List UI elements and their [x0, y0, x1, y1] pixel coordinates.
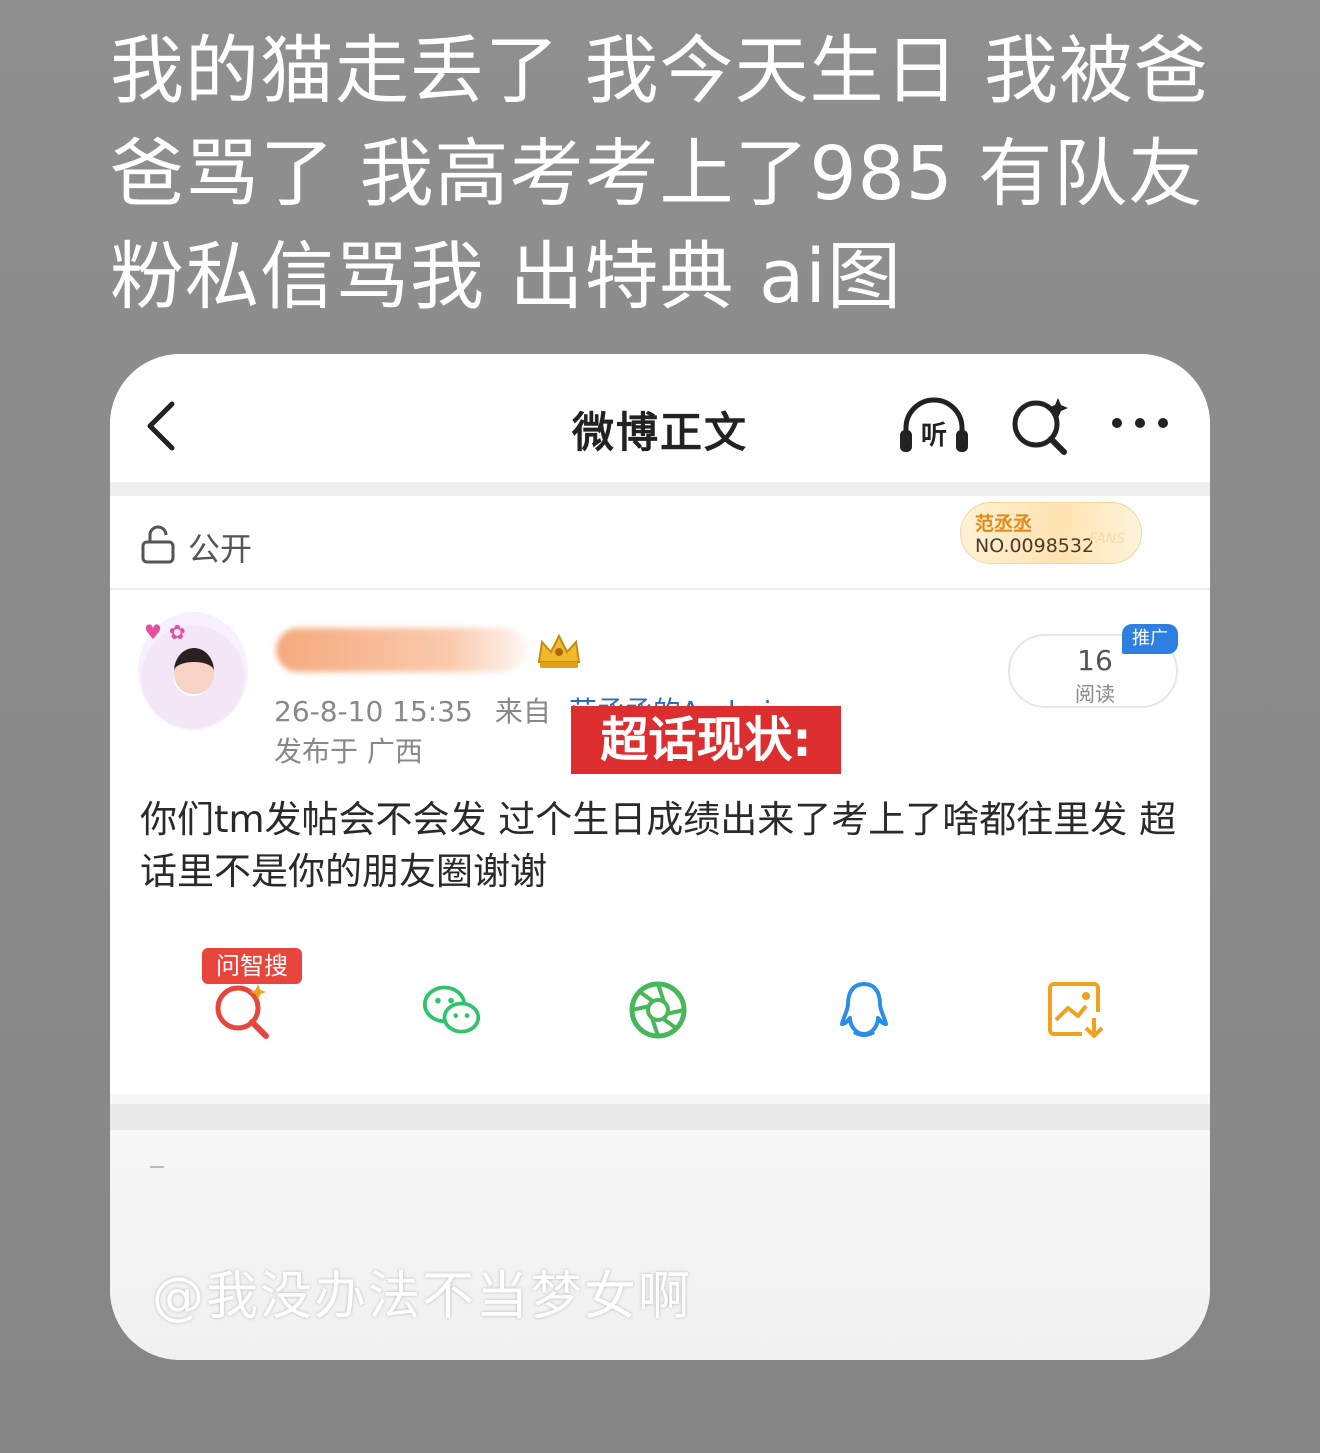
- fan-badge-name: 范丞丞: [975, 513, 1033, 535]
- caption-line-2: 爸骂了 我高考考上了985 有队友: [110, 131, 1204, 217]
- caption-line-3: 粉私信骂我 出特典 ai图: [110, 234, 902, 320]
- fan-badge-tag: FANS: [1089, 531, 1126, 547]
- post-timestamp: 26-8-10 15:35: [274, 695, 473, 728]
- lower-dash-mark: [150, 1166, 164, 1168]
- avatar-sticker-decoration: ♥ ✿: [144, 620, 186, 644]
- visibility-label: 公开: [188, 530, 253, 568]
- qq-icon[interactable]: [834, 980, 894, 1040]
- zhisou-search-icon[interactable]: [212, 980, 272, 1040]
- avatar[interactable]: ♥ ✿: [138, 612, 248, 730]
- post-from-label: 来自: [494, 695, 551, 728]
- lower-divider: [110, 1104, 1210, 1130]
- ai-search-icon[interactable]: [1008, 394, 1072, 458]
- weibo-screenshot-card: 微博正文 听 公开 范丞丞 NO.0098532 FANS ♥ ✿ 26-8-1…: [110, 354, 1210, 1360]
- read-label: 阅读: [1075, 682, 1115, 706]
- more-options-icon[interactable]: [1110, 416, 1170, 430]
- post-body-text: 你们tm发帖会不会发 过个生日成绩出来了考上了啥都往里发 超话里不是你的朋友圈谢…: [140, 798, 1177, 893]
- wechat-icon[interactable]: [422, 980, 482, 1040]
- visibility-row: 公开 范丞丞 NO.0098532 FANS: [110, 496, 1210, 590]
- fan-badge-number: NO.0098532: [975, 535, 1095, 557]
- watermark-text: @我没办法不当梦女啊: [152, 1267, 693, 1327]
- fan-badge[interactable]: 范丞丞 NO.0098532 FANS: [960, 502, 1142, 564]
- unlock-icon: [141, 525, 175, 564]
- share-row: [110, 944, 1210, 1054]
- nav-divider: [110, 482, 1210, 496]
- moments-icon[interactable]: [628, 980, 688, 1040]
- caption-line-1: 我的猫走丢了 我今天生日 我被爸: [110, 28, 1210, 114]
- username-redacted[interactable]: [276, 628, 526, 672]
- post-location: 发布于 广西: [274, 735, 423, 768]
- overlay-caption-label: 超话现状:: [571, 706, 841, 774]
- caption-text: 我的猫走丢了 我今天生日 我被爸 爸骂了 我高考考上了985 有队友 粉私信骂我…: [110, 20, 1250, 329]
- avatar-face-image: [174, 648, 214, 694]
- crown-icon: [537, 633, 581, 668]
- screenshot-page: 我的猫走丢了 我今天生日 我被爸 爸骂了 我高考考上了985 有队友 粉私信骂我…: [0, 0, 1320, 1453]
- top-nav-bar: 微博正文 听: [110, 354, 1210, 484]
- promote-tag[interactable]: 推广: [1122, 624, 1178, 654]
- listen-label: 听: [921, 421, 947, 451]
- listen-headphones-icon[interactable]: 听: [898, 394, 970, 456]
- save-image-icon[interactable]: [1046, 980, 1106, 1040]
